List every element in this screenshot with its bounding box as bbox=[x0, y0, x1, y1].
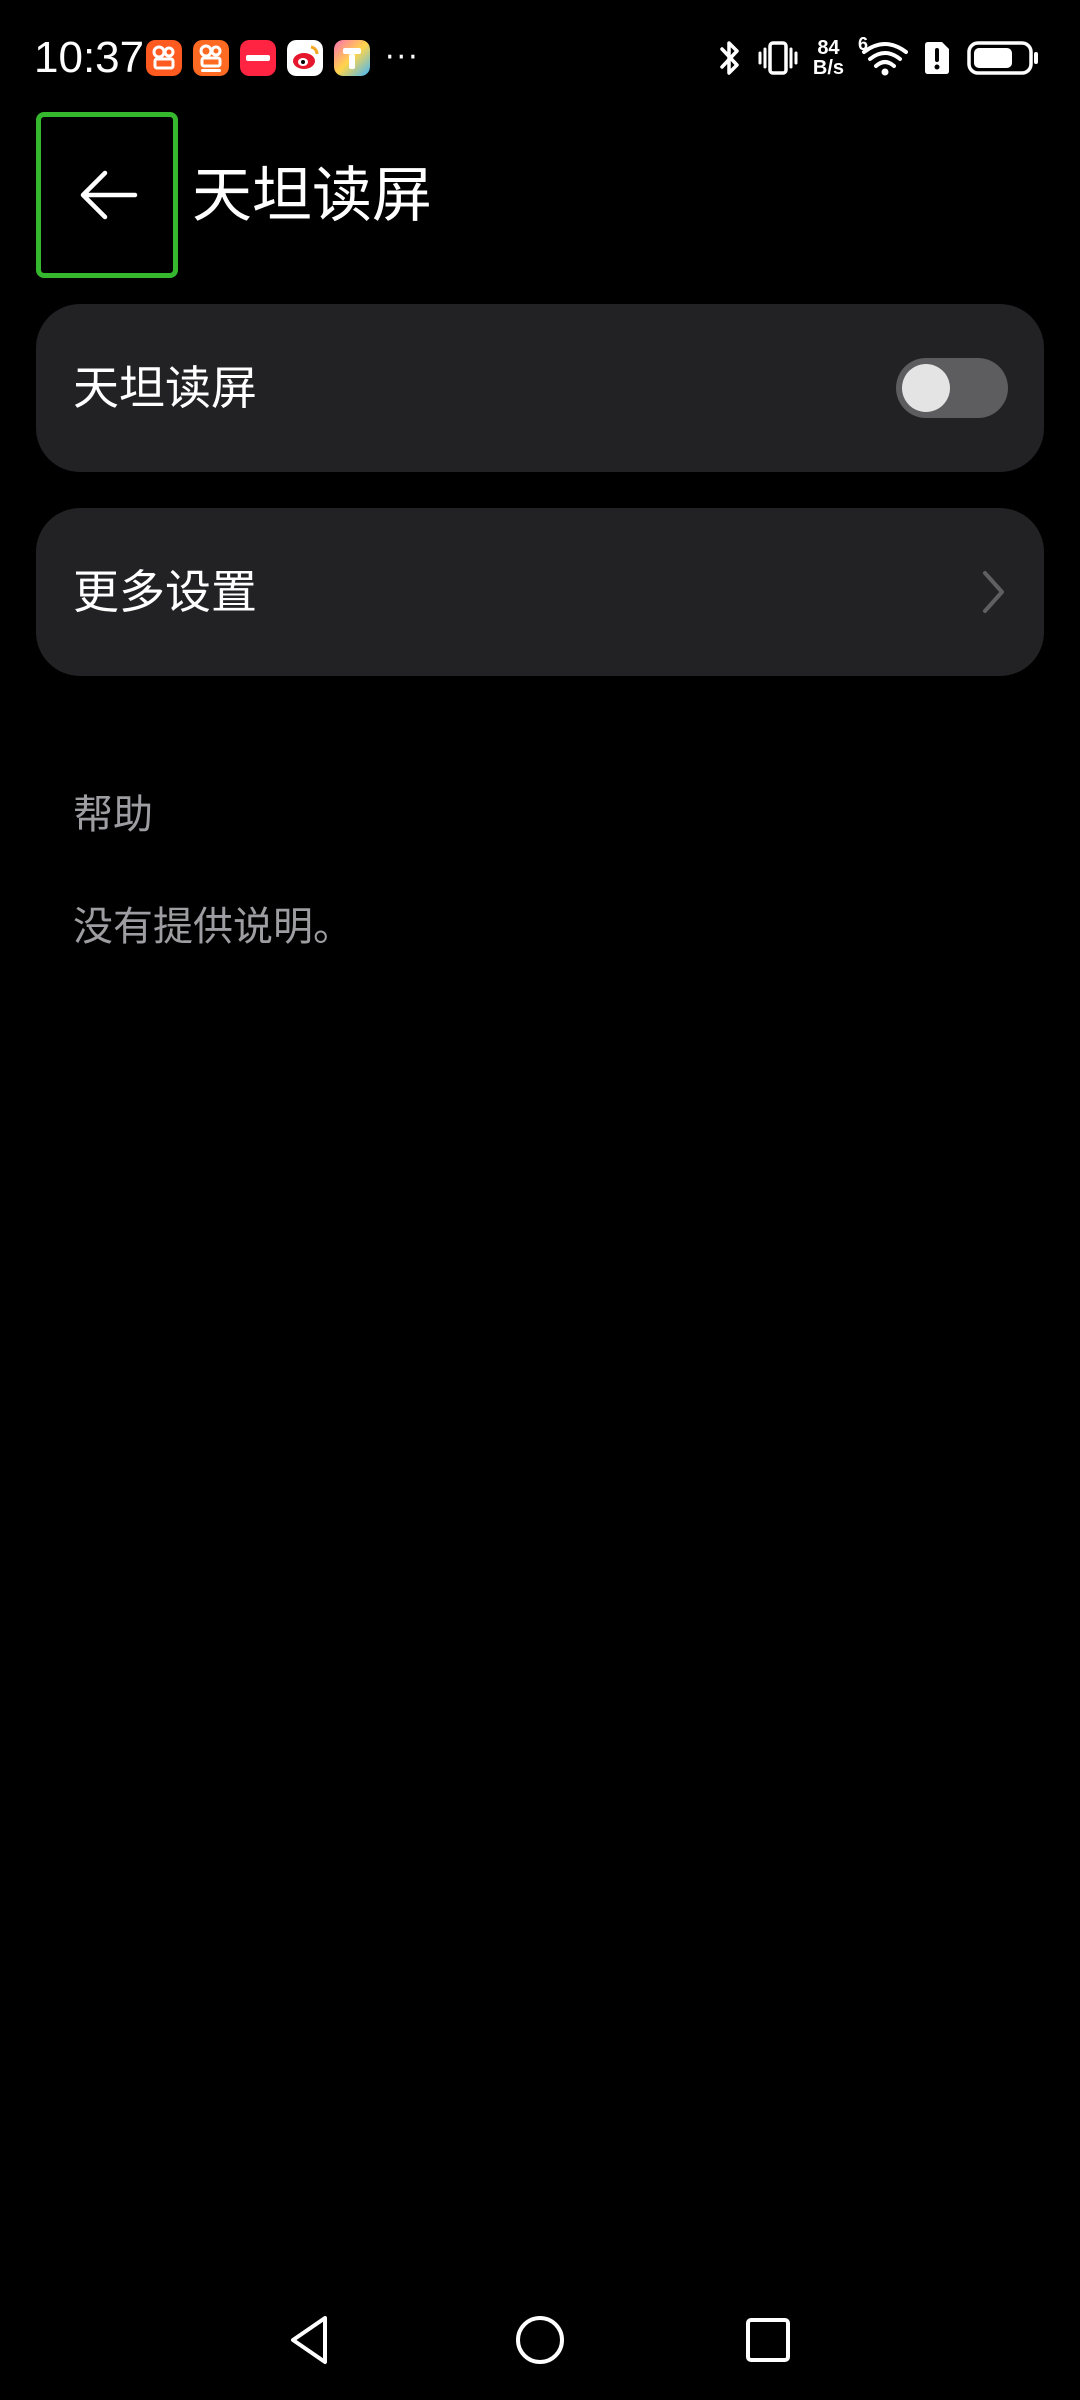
vibrate-icon bbox=[758, 41, 798, 75]
network-speed-unit: B/s bbox=[812, 57, 844, 79]
nav-back-button[interactable] bbox=[280, 2310, 340, 2370]
kuaishou-speed-icon bbox=[193, 40, 229, 76]
nav-home-button[interactable] bbox=[510, 2310, 570, 2370]
system-icons: 84 B/s 6 bbox=[717, 34, 1040, 80]
nav-recents-button[interactable] bbox=[738, 2310, 798, 2370]
kuaishou-icon bbox=[146, 40, 182, 76]
colorful-app-icon bbox=[334, 40, 370, 76]
chevron-right-icon bbox=[983, 571, 1004, 613]
xiaohongshu-icon bbox=[240, 40, 276, 76]
service-toggle-row[interactable]: 天坦读屏 bbox=[36, 304, 1044, 472]
network-speed: 84 B/s bbox=[813, 38, 844, 78]
switch-knob bbox=[902, 364, 950, 412]
status-bar: 10:37 ··· 84 B/s 6 bbox=[0, 0, 1080, 116]
wifi-indicator: 6 bbox=[858, 34, 908, 78]
more-notifications-icon: ··· bbox=[385, 40, 420, 75]
wifi-icon bbox=[862, 42, 908, 76]
triangle-back-icon bbox=[291, 2316, 327, 2364]
screen: 10:37 ··· 84 B/s 6 天坦读屏 天坦读屏 更多设置 帮助 没有提… bbox=[0, 0, 1080, 2400]
help-heading: 帮助 bbox=[73, 792, 153, 838]
help-description: 没有提供说明。 bbox=[73, 904, 353, 950]
circle-home-icon bbox=[516, 2316, 564, 2364]
more-settings-label: 更多设置 bbox=[73, 565, 257, 619]
status-time: 10:37 bbox=[34, 33, 145, 82]
square-recents-icon bbox=[746, 2318, 790, 2362]
arrow-left-icon bbox=[80, 170, 138, 220]
more-settings-row[interactable]: 更多设置 bbox=[36, 508, 1044, 676]
back-button[interactable] bbox=[36, 112, 178, 278]
weibo-icon bbox=[287, 40, 323, 76]
navigation-bar bbox=[0, 2290, 1080, 2390]
bluetooth-icon bbox=[720, 41, 739, 75]
battery-icon bbox=[967, 41, 1038, 75]
service-switch[interactable] bbox=[896, 358, 1008, 418]
sim-alert-icon bbox=[925, 42, 949, 74]
page-title: 天坦读屏 bbox=[192, 161, 432, 231]
network-speed-value: 84 bbox=[817, 37, 840, 59]
notification-icons: ··· bbox=[146, 40, 420, 76]
service-toggle-label: 天坦读屏 bbox=[73, 361, 257, 415]
